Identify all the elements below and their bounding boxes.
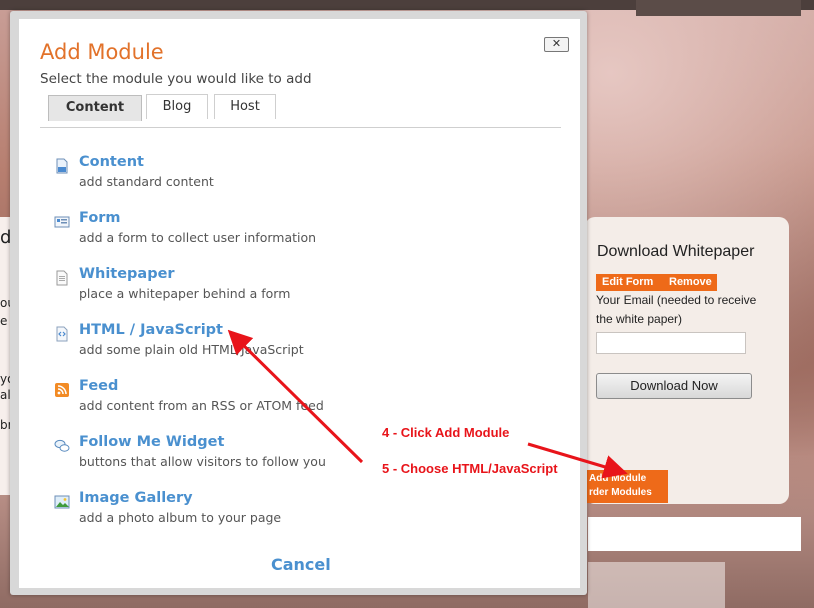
annotation-arrows — [227, 329, 628, 479]
arrow-to-html-javascript — [227, 329, 364, 464]
arrow-to-add-module — [527, 442, 628, 479]
